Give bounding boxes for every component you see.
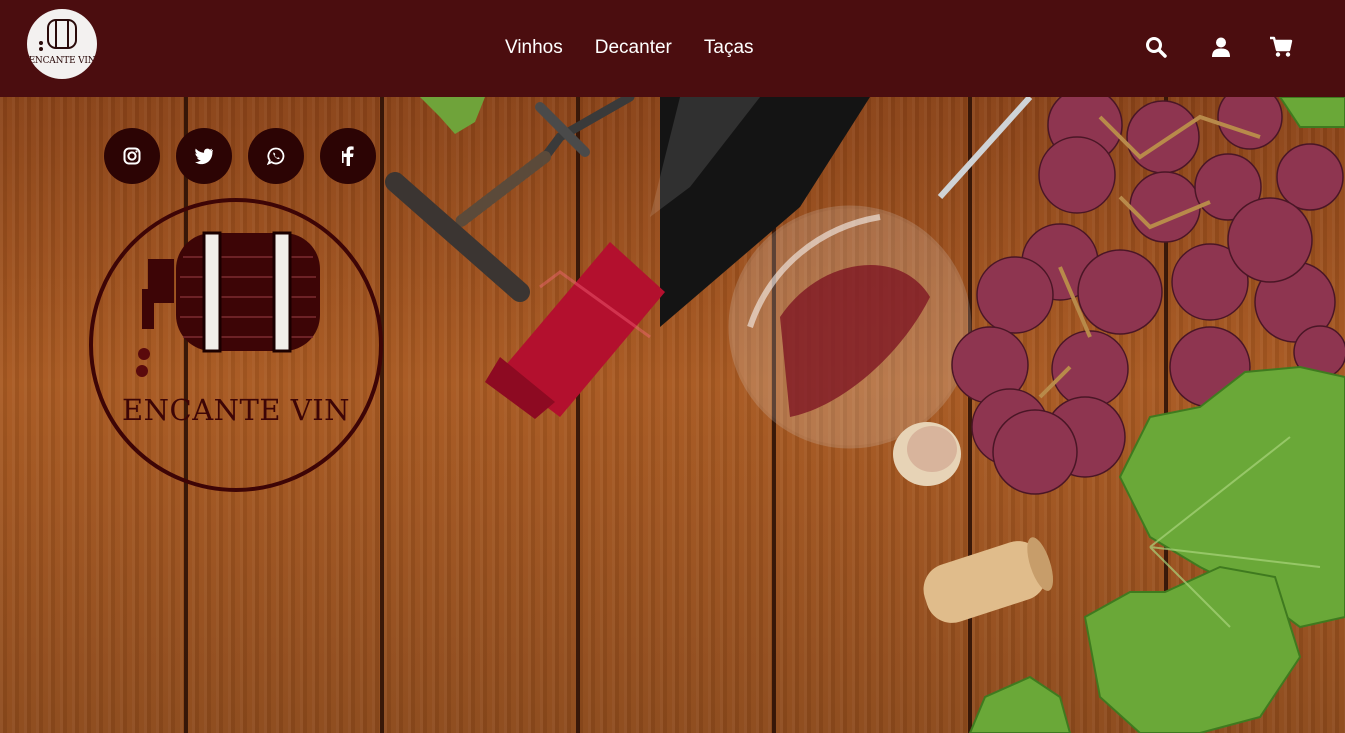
main-menu: Vinhos Decanter Taças [505,36,754,60]
brand-logo-text: ENCANTE VIN [28,56,96,66]
social-links [104,128,376,184]
nav-item-decanter[interactable]: Decanter [595,36,672,60]
nav-item-vinhos[interactable]: Vinhos [505,36,563,60]
user-icon[interactable] [1208,34,1234,60]
barrel-logo-icon [89,198,383,492]
cart-icon[interactable] [1268,34,1294,60]
twitter-icon[interactable] [176,128,232,184]
whatsapp-icon[interactable] [248,128,304,184]
hero-brand-logo-text: ENCANTE VIN [121,393,351,427]
nav-item-tacas[interactable]: Taças [704,36,754,60]
hero-banner: ENCANTE VIN [0,97,1345,733]
brand-logo[interactable]: ENCANTE VIN [27,9,97,79]
facebook-icon[interactable] [320,128,376,184]
barrel-icon [39,19,77,51]
instagram-icon[interactable] [104,128,160,184]
search-icon[interactable] [1143,34,1169,60]
top-navbar: ENCANTE VIN Vinhos Decanter Taças [0,0,1345,97]
hero-brand-logo: ENCANTE VIN [88,197,384,493]
